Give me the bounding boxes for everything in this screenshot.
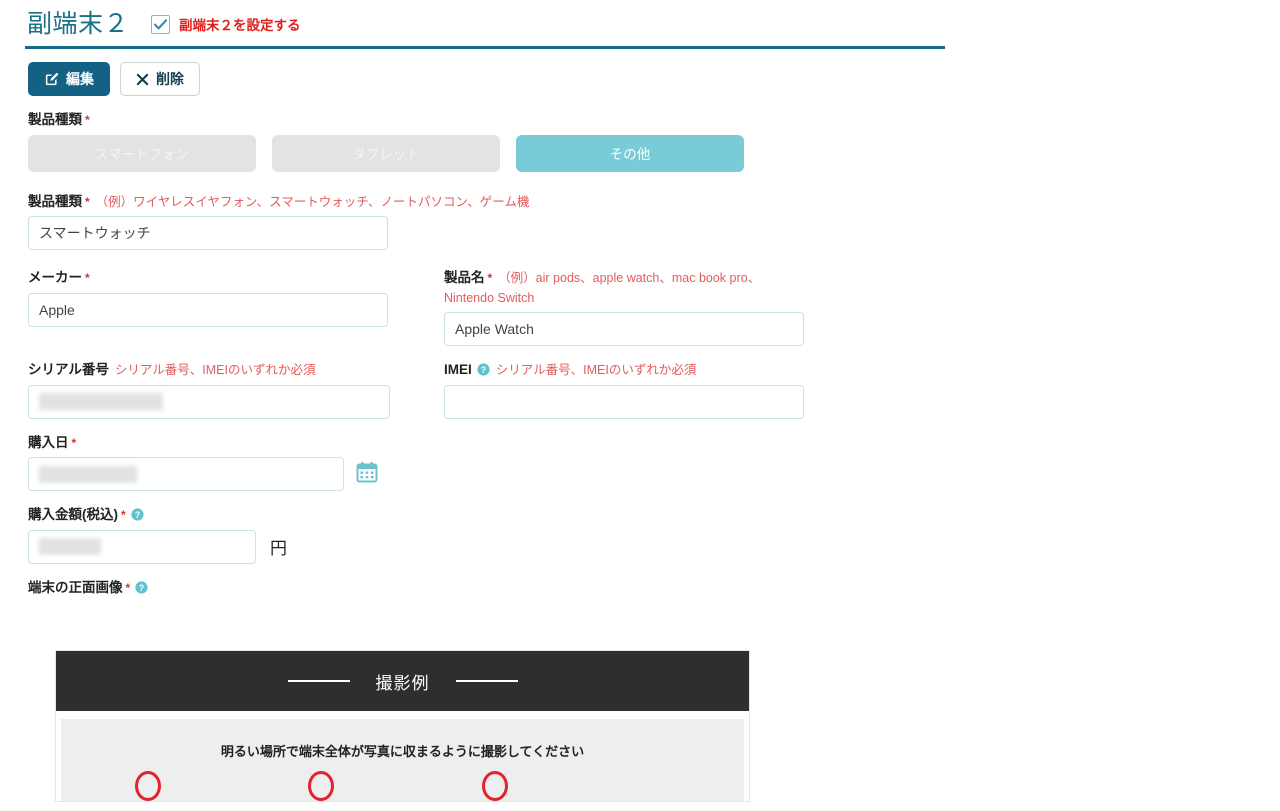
photo-example-body: 明るい場所で端末全体が写真に収まるように撮影してください — [61, 719, 744, 801]
purchase-amount-input[interactable] — [28, 529, 256, 564]
purchase-date-input[interactable] — [28, 457, 344, 492]
required-mark: * — [85, 271, 90, 286]
product-type-option-tablet[interactable]: タブレット — [272, 134, 500, 172]
product-type-option-smartphone[interactable]: スマートフォン — [28, 134, 256, 172]
ok-circle-marker — [308, 771, 334, 801]
purchase-date-redacted-value — [39, 465, 137, 483]
page-header: 副端末２ 副端末２を設定する — [0, 0, 1280, 38]
close-x-icon — [136, 73, 149, 86]
edit-button[interactable]: 編集 — [28, 62, 110, 96]
required-mark: * — [85, 194, 90, 209]
purchase-date-field: 購入日 * — [0, 433, 1280, 492]
photo-example-note: 明るい場所で端末全体が写真に収まるように撮影してください — [220, 744, 585, 759]
serial-number-label: シリアル番号 シリアル番号、IMEIのいずれか必須 — [28, 362, 316, 378]
product-type-detail-input[interactable]: スマートウォッチ — [28, 216, 388, 251]
serial-number-hint: シリアル番号、IMEIのいずれか必須 — [114, 363, 316, 378]
photo-example-caption: 撮影例 — [375, 673, 430, 693]
required-mark: * — [487, 271, 493, 286]
product-type-detail-field: 製品種類 * （例）ワイヤレスイヤフォン、スマートウォッチ、ノートパソコン、ゲーム機… — [0, 192, 1280, 251]
product-type-option-other[interactable]: その他 — [516, 134, 744, 172]
photo-example-markers — [61, 771, 744, 811]
required-mark: * — [121, 508, 126, 523]
purchase-amount-field: 購入金額(税込) * ? 円 — [0, 505, 1280, 564]
enable-device-checkbox-row[interactable]: 副端末２を設定する — [151, 14, 301, 34]
help-circle-icon[interactable]: ? — [135, 581, 148, 594]
help-circle-icon[interactable]: ? — [131, 508, 144, 521]
device-front-image-field: 端末の正面画像 * ? — [0, 578, 1280, 598]
pencil-square-icon — [44, 72, 59, 87]
help-circle-icon[interactable]: ? — [477, 363, 490, 376]
purchase-amount-row: 円 — [28, 529, 1280, 564]
delete-button[interactable]: 削除 — [120, 62, 200, 96]
required-mark: * — [71, 435, 77, 450]
maker-label: メーカー * — [28, 270, 90, 286]
product-type-detail-label: 製品種類 * （例）ワイヤレスイヤフォン、スマートウォッチ、ノートパソコン、ゲーム機 — [28, 193, 530, 209]
product-type-segmented-control: スマートフォン タブレット その他 — [28, 134, 1280, 172]
product-name-label: 製品名 * （例）air pods、apple watch、mac book pro… — [444, 270, 761, 305]
imei-input[interactable] — [444, 384, 804, 419]
svg-text:?: ? — [134, 510, 139, 520]
imei-field: IMEI ? シリアル番号、IMEIのいずれか必須 — [444, 360, 804, 419]
purchase-date-row — [28, 457, 1280, 492]
purchase-amount-label: 購入金額(税込) * ? — [28, 505, 1280, 525]
maker-product-row: メーカー * Apple 製品名 * （例）air pods、apple watch、… — [0, 268, 1280, 347]
serial-number-input[interactable] — [28, 384, 390, 419]
ok-circle-marker — [135, 771, 161, 801]
imei-label: IMEI ? シリアル番号、IMEIのいずれか必須 — [444, 362, 697, 378]
ok-circle-marker — [482, 771, 508, 801]
product-name-input[interactable]: Apple Watch — [444, 312, 804, 347]
page-title: 副端末２ — [27, 9, 130, 38]
enable-device-checkbox[interactable] — [151, 14, 171, 34]
device-front-image-label: 端末の正面画像 * ? — [28, 578, 1280, 598]
purchase-amount-redacted-value — [39, 538, 101, 556]
edit-button-label: 編集 — [66, 71, 94, 87]
serial-number-field: シリアル番号 シリアル番号、IMEIのいずれか必須 — [28, 360, 416, 419]
product-name-field: 製品名 * （例）air pods、apple watch、mac book pro… — [444, 268, 804, 347]
required-mark: * — [125, 580, 131, 595]
header-divider — [25, 46, 945, 49]
decorative-dash-right — [455, 680, 518, 682]
enable-device-label: 副端末２を設定する — [179, 18, 301, 33]
delete-button-label: 削除 — [156, 71, 184, 87]
required-mark: * — [85, 113, 90, 127]
device-form: 製品種類 * スマートフォン タブレット その他 製品種類 * （例）ワイヤレスイヤフ… — [0, 110, 1280, 603]
calendar-icon[interactable] — [356, 461, 378, 488]
svg-text:?: ? — [481, 365, 486, 375]
action-toolbar: 編集 削除 — [28, 62, 200, 96]
imei-hint: シリアル番号、IMEIのいずれか必須 — [495, 363, 697, 378]
product-type-label: 製品種類 * — [28, 112, 90, 127]
product-type-detail-hint: （例）ワイヤレスイヤフォン、スマートウォッチ、ノートパソコン、ゲーム機 — [95, 194, 530, 209]
product-type-field: 製品種類 * スマートフォン タブレット その他 — [0, 110, 1280, 172]
maker-field: メーカー * Apple — [28, 268, 416, 346]
purchase-amount-unit: 円 — [270, 539, 287, 559]
serial-number-redacted-value — [39, 393, 163, 411]
photo-example-card: 撮影例 明るい場所で端末全体が写真に収まるように撮影してください — [55, 650, 750, 802]
serial-imei-row: シリアル番号 シリアル番号、IMEIのいずれか必須 IMEI ? シリアル番号、I… — [0, 360, 1280, 419]
svg-text:?: ? — [139, 583, 144, 593]
maker-input[interactable]: Apple — [28, 292, 388, 327]
purchase-date-label: 購入日 * — [28, 434, 77, 450]
decorative-dash-left — [287, 680, 350, 682]
photo-example-header: 撮影例 — [56, 651, 749, 711]
